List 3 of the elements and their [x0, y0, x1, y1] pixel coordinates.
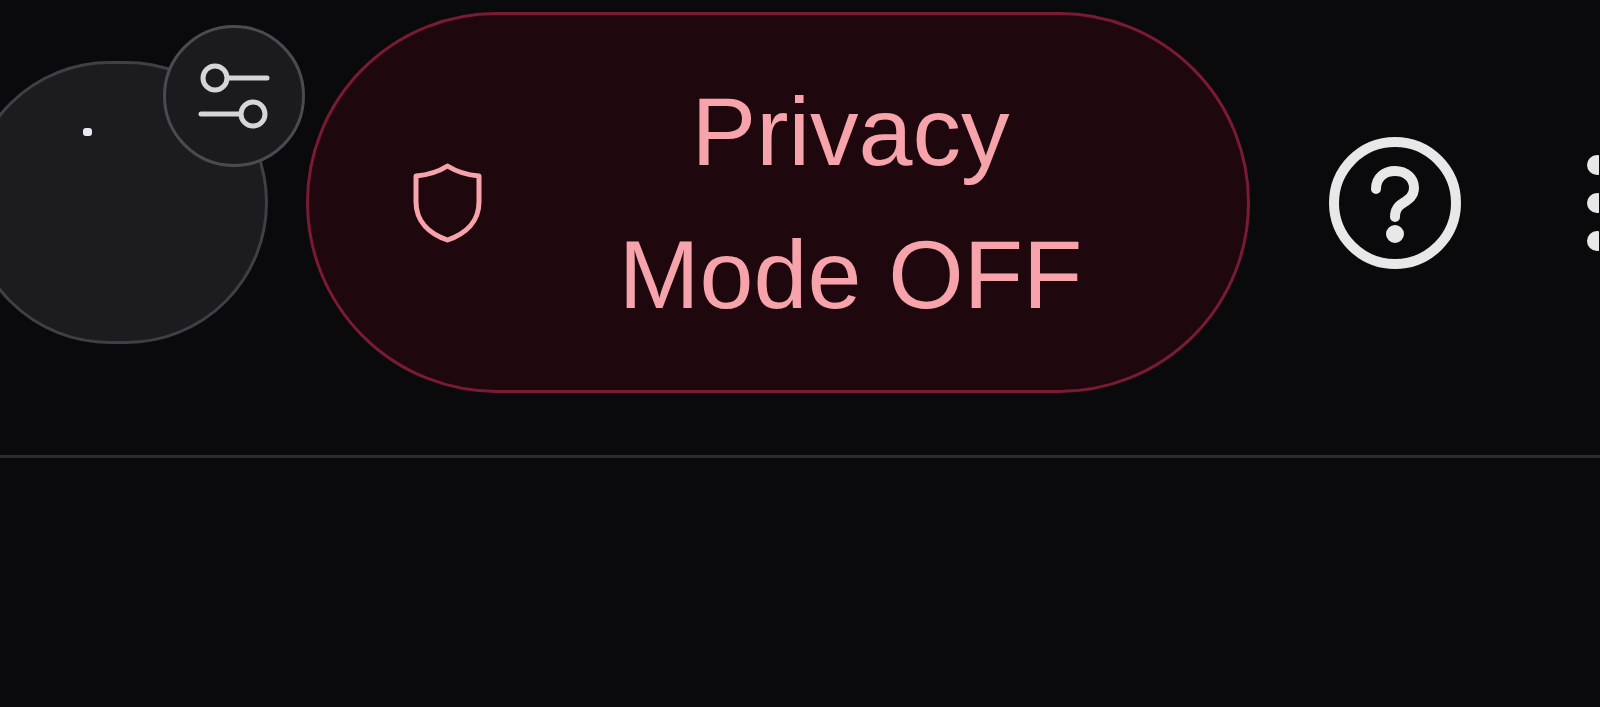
privacy-mode-button[interactable]: Privacy Mode OFF [306, 12, 1250, 393]
help-icon[interactable] [1328, 135, 1462, 270]
shield-icon [411, 161, 484, 244]
